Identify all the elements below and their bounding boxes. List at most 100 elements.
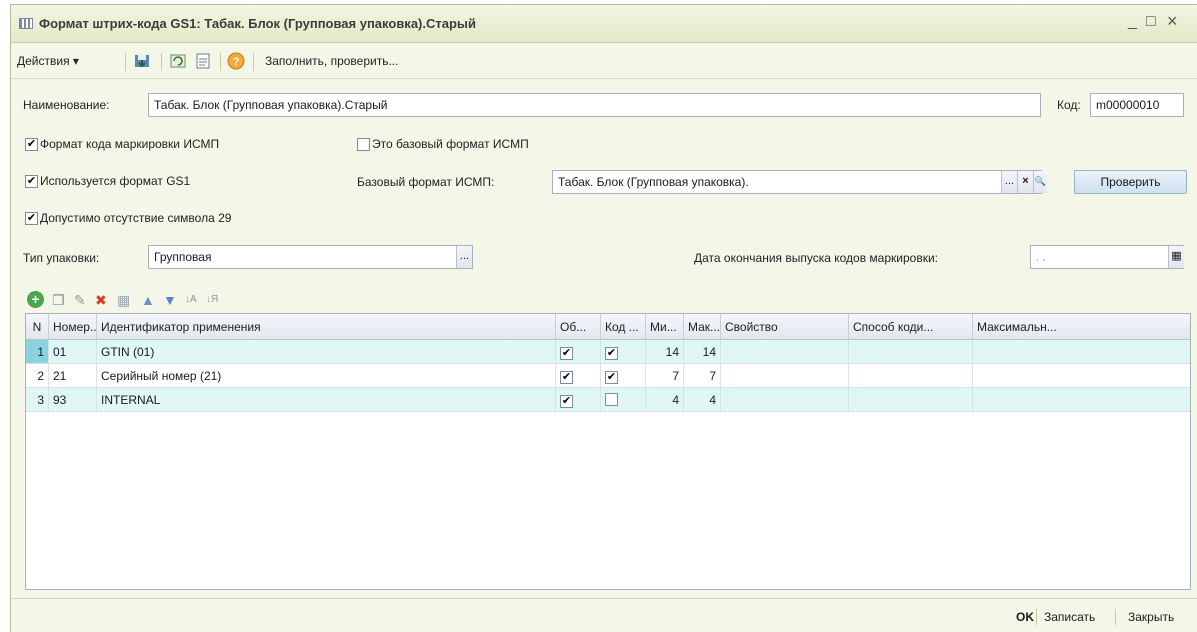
table-row[interactable]: 2 21 Серийный номер (21) ✔ ✔ 7 7 [26,364,1190,388]
property-cell[interactable] [721,388,849,412]
maximum-cell[interactable] [973,340,1190,364]
ob-checkbox[interactable]: ✔ [560,371,573,384]
column-header-code[interactable]: Код ... [601,314,646,340]
column-header-property[interactable]: Свойство [721,314,849,340]
property-cell[interactable] [721,364,849,388]
save-button[interactable]: Записать [1044,610,1095,624]
actions-menu-button[interactable]: Действия ▾ [17,54,79,68]
column-header-max[interactable]: Мак... [684,314,721,340]
close-icon[interactable]: × [1167,11,1178,32]
clear-icon[interactable]: × [1017,171,1033,193]
identifiers-table[interactable]: N Номер... Идентификатор применения Об..… [25,313,1191,590]
min-cell[interactable]: 7 [646,364,684,388]
save-icon[interactable] [133,52,151,70]
pack-type-label: Тип упаковки: [23,251,100,265]
fill-check-button[interactable]: Заполнить, проверить... [265,54,398,68]
number-cell[interactable]: 21 [49,364,97,388]
method-cell[interactable] [849,364,973,388]
max-cell[interactable]: 14 [684,340,721,364]
move-up-icon[interactable]: ▲ [141,292,155,308]
toolbar-divider [253,53,254,71]
min-cell[interactable]: 4 [646,388,684,412]
sort-asc-icon[interactable]: ↓A [185,292,197,308]
maximum-cell[interactable] [973,364,1190,388]
base-format-select-button[interactable]: ... [1001,171,1017,193]
column-header-min[interactable]: Ми... [646,314,684,340]
identifier-cell[interactable]: INTERNAL [97,388,556,412]
code-field[interactable]: m00000010 [1090,93,1184,117]
identifier-cell[interactable]: GTIN (01) [97,340,556,364]
base-format-field[interactable]: Табак. Блок (Групповая упаковка). [552,170,1042,194]
table-row[interactable]: 3 93 INTERNAL ✔ 4 4 [26,388,1190,412]
max-cell[interactable]: 4 [684,388,721,412]
method-cell[interactable] [849,388,973,412]
min-cell[interactable]: 14 [646,340,684,364]
code-checkbox[interactable]: ✔ [605,371,618,384]
footer-divider [1115,609,1116,625]
method-cell[interactable] [849,340,973,364]
base-format-flag-label: Это базовый формат ИСМП [372,137,529,151]
column-header-method[interactable]: Способ коди... [849,314,973,340]
code-checkbox[interactable]: ✔ [605,347,618,360]
ob-checkbox[interactable]: ✔ [560,347,573,360]
max-cell[interactable]: 7 [684,364,721,388]
column-header-ob[interactable]: Об... [556,314,601,340]
ob-cell[interactable]: ✔ [556,340,601,364]
column-header-n[interactable]: N [26,314,49,340]
property-cell[interactable] [721,340,849,364]
check-button[interactable]: Проверить [1074,170,1187,194]
table-row[interactable]: 1 01 GTIN (01) ✔ ✔ 14 14 [26,340,1190,364]
ok-button[interactable]: OK [1016,610,1034,624]
ob-checkbox[interactable]: ✔ [560,395,573,408]
copy-icon[interactable]: ❐ [52,292,65,308]
edit-icon[interactable]: ✎ [74,292,86,308]
minimize-icon[interactable]: _ [1128,13,1137,31]
toolbar-divider [125,53,126,71]
maximum-cell[interactable] [973,388,1190,412]
allow-no-29-checkbox[interactable]: ✔ [25,212,38,225]
code-cell[interactable] [601,388,646,412]
format-ismp-label: Формат кода маркировки ИСМП [40,137,220,151]
document-icon[interactable] [194,52,212,70]
sort-desc-icon[interactable]: ↓Я [206,292,218,308]
code-checkbox[interactable] [605,393,618,406]
move-down-icon[interactable]: ▼ [163,292,177,308]
gs1-used-label: Используется формат GS1 [40,174,191,188]
column-header-number[interactable]: Номер... [49,314,97,340]
end-edit-icon[interactable]: ▦ [117,292,130,308]
pack-type-field[interactable]: Групповая [148,245,473,269]
form-icon [19,18,33,29]
column-header-identifier[interactable]: Идентификатор применения [97,314,556,340]
refresh-icon[interactable] [169,52,187,70]
identifier-cell[interactable]: Серийный номер (21) [97,364,556,388]
name-label: Наименование: [23,98,110,112]
chevron-down-icon: ▾ [72,54,79,68]
toolbar: Действия ▾ ? Заполнить, проверить... [11,45,1197,79]
ob-cell[interactable]: ✔ [556,364,601,388]
end-date-field[interactable]: . . [1030,245,1184,269]
row-number: 2 [26,364,49,388]
column-header-maximum[interactable]: Максимальн... [973,314,1190,340]
name-field[interactable]: Табак. Блок (Групповая упаковка).Старый [148,93,1041,117]
base-format-flag-checkbox[interactable] [357,138,370,151]
number-cell[interactable]: 01 [49,340,97,364]
grid-toolbar: + ❐ ✎ ✖ ▦ ▲ ▼ ↓A ↓Я [25,288,425,314]
end-date-label: Дата окончания выпуска кодов маркировки: [694,251,938,265]
maximize-icon[interactable]: □ [1146,13,1156,31]
search-icon[interactable]: 🔍 [1033,171,1047,193]
add-icon[interactable]: + [27,291,44,308]
close-button[interactable]: Закрыть [1128,610,1174,624]
calendar-icon[interactable]: ▦ [1168,246,1184,268]
gs1-used-checkbox[interactable]: ✔ [25,175,38,188]
pack-type-select-button[interactable]: ... [456,246,472,268]
number-cell[interactable]: 93 [49,388,97,412]
ob-cell[interactable]: ✔ [556,388,601,412]
code-cell[interactable]: ✔ [601,340,646,364]
help-icon[interactable]: ? [227,52,245,70]
title-bar[interactable]: Формат штрих-кода GS1: Табак. Блок (Груп… [11,5,1197,43]
row-number: 1 [26,340,49,364]
delete-icon[interactable]: ✖ [95,292,107,308]
format-ismp-checkbox[interactable]: ✔ [25,138,38,151]
code-cell[interactable]: ✔ [601,364,646,388]
code-label: Код: [1057,98,1081,112]
